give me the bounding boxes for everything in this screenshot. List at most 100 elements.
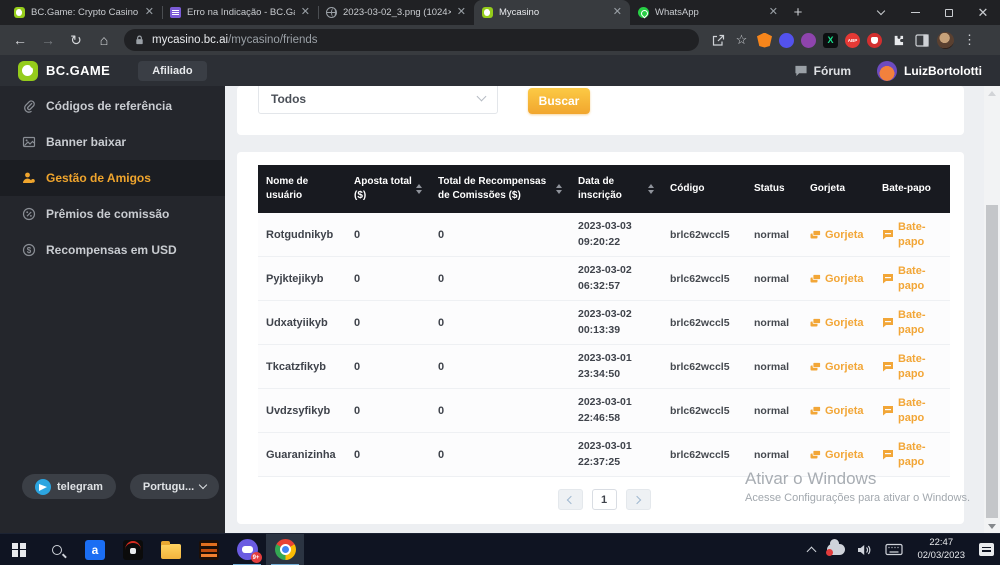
taskbar-clock[interactable]: 22:47 02/03/2023: [909, 537, 973, 563]
purple-extension-icon[interactable]: [801, 33, 816, 48]
bcgame-logo-icon[interactable]: [18, 61, 38, 81]
window-minimize-button[interactable]: [898, 0, 932, 25]
chat-link[interactable]: Bate-papo: [874, 440, 950, 470]
url-path: /mycasino/friends: [228, 34, 317, 46]
back-button[interactable]: ←: [8, 28, 32, 52]
sidebar-item-usd-rewards[interactable]: $ Recompensas em USD: [0, 232, 225, 268]
tip-link[interactable]: Gorjeta: [802, 361, 874, 373]
tab-close-icon[interactable]: ✕: [145, 7, 154, 18]
side-panel-icon[interactable]: [913, 32, 930, 49]
tip-link[interactable]: Gorjeta: [802, 273, 874, 285]
tab-mycasino-active[interactable]: Mycasino ✕: [474, 0, 630, 25]
tab-whatsapp[interactable]: WhatsApp ✕: [630, 0, 786, 25]
tab-close-icon[interactable]: ✕: [457, 7, 466, 18]
taskbar-search-button[interactable]: [38, 534, 76, 565]
telegram-button[interactable]: telegram: [22, 474, 116, 499]
pagination-page-1[interactable]: 1: [592, 489, 617, 510]
chat-link[interactable]: Bate-papo: [874, 264, 950, 294]
language-selector[interactable]: Portugu...: [130, 474, 219, 499]
browser-menu-icon[interactable]: ⋮: [961, 32, 978, 49]
chat-bubble-icon: [882, 229, 894, 240]
affiliate-button[interactable]: Afiliado: [138, 61, 206, 81]
start-button[interactable]: [0, 534, 38, 565]
sidebar-item-label: Recompensas em USD: [46, 243, 177, 257]
pagination-prev-button[interactable]: [558, 489, 583, 510]
page-content: Códigos de referência Banner baixar Gest…: [0, 86, 1000, 533]
tip-link[interactable]: Gorjeta: [802, 229, 874, 241]
scrollbar-up-arrow-icon[interactable]: [984, 86, 1000, 100]
user-menu[interactable]: LuizBortolotti: [877, 61, 982, 81]
tab-close-icon[interactable]: ✕: [301, 7, 310, 18]
tip-link[interactable]: Gorjeta: [802, 405, 874, 417]
chat-link[interactable]: Bate-papo: [874, 308, 950, 338]
coins-icon: [810, 449, 821, 460]
filter-select[interactable]: Todos: [258, 86, 498, 114]
tip-link[interactable]: Gorjeta: [802, 449, 874, 461]
tray-volume-button[interactable]: [851, 534, 879, 565]
forward-button[interactable]: →: [36, 28, 60, 52]
address-bar[interactable]: mycasino.bc.ai/mycasino/friends: [124, 29, 699, 51]
tab-close-icon[interactable]: ✕: [613, 7, 622, 18]
tip-link[interactable]: Gorjeta: [802, 317, 874, 329]
sort-icon[interactable]: [556, 184, 562, 194]
home-button[interactable]: ⌂: [92, 28, 116, 52]
tab-image-png[interactable]: 2023-03-02_3.png (1024×76 ✕: [318, 0, 474, 25]
new-tab-button[interactable]: +: [786, 1, 810, 25]
taskbar-orange-app[interactable]: [190, 534, 228, 565]
tray-expand-button[interactable]: [802, 534, 821, 565]
sort-icon[interactable]: [416, 184, 422, 194]
window-maximize-button[interactable]: [932, 0, 966, 25]
tab-bcgame-casino[interactable]: BC.Game: Crypto Casino Gam ✕: [6, 0, 162, 25]
status-badge: normal: [746, 229, 802, 241]
search-button[interactable]: Buscar: [528, 88, 590, 114]
bcgame-favicon-icon: [482, 7, 493, 18]
browser-tab-strip: BC.Game: Crypto Casino Gam ✕ Erro na Ind…: [0, 0, 1000, 25]
pagination-next-button[interactable]: [626, 489, 651, 510]
red-extension-icon[interactable]: [867, 33, 882, 48]
share-icon[interactable]: [709, 32, 726, 49]
browser-profile-avatar[interactable]: [937, 32, 954, 49]
cell-username: Udxatyiikyb: [258, 317, 346, 329]
forum-link[interactable]: Fórum: [794, 64, 851, 78]
sidebar-item-label: Códigos de referência: [46, 99, 172, 113]
taskbar-discord-app[interactable]: 9+: [228, 534, 266, 565]
chevron-down-icon: [477, 92, 487, 102]
notification-badge: 9+: [251, 552, 262, 563]
blue-extension-icon[interactable]: [779, 33, 794, 48]
person-gear-icon: [22, 171, 36, 185]
taskbar-chrome-app[interactable]: [266, 534, 304, 565]
coins-icon: [810, 361, 821, 372]
extensions-puzzle-icon[interactable]: [889, 32, 906, 49]
cell-total-bet: 0: [346, 405, 430, 417]
sidebar-item-commission-rewards[interactable]: Prêmios de comissão: [0, 196, 225, 232]
action-center-button[interactable]: [973, 534, 1000, 565]
tray-onedrive-icon[interactable]: [821, 534, 851, 565]
game-app-icon: [123, 540, 143, 560]
sidebar-item-banner-download[interactable]: Banner baixar: [0, 124, 225, 160]
chat-link[interactable]: Bate-papo: [874, 220, 950, 250]
scrollbar-thumb[interactable]: [986, 205, 998, 518]
reload-button[interactable]: ↻: [64, 28, 88, 52]
tray-keyboard-button[interactable]: [879, 534, 909, 565]
sidebar-item-referral-codes[interactable]: Códigos de referência: [0, 88, 225, 124]
metamask-extension-icon[interactable]: [757, 33, 772, 48]
tab-erro-indicacao[interactable]: Erro na Indicação - BC.Game ✕: [162, 0, 318, 25]
chat-link[interactable]: Bate-papo: [874, 352, 950, 382]
tab-close-icon[interactable]: ✕: [769, 7, 778, 18]
window-close-button[interactable]: ✕: [966, 0, 1000, 25]
bookmark-star-icon[interactable]: ☆: [733, 32, 750, 49]
user-avatar: [877, 61, 897, 81]
taskbar-game-app[interactable]: [114, 534, 152, 565]
taskbar-amd-app[interactable]: a: [76, 534, 114, 565]
x-extension-icon[interactable]: X: [823, 33, 838, 48]
taskbar-file-explorer[interactable]: [152, 534, 190, 565]
chat-link[interactable]: Bate-papo: [874, 396, 950, 426]
page-scrollbar[interactable]: [984, 86, 1000, 533]
scrollbar-down-arrow-icon[interactable]: [984, 519, 1000, 533]
chat-bubble-icon: [882, 361, 894, 372]
sidebar-item-friends-management[interactable]: Gestão de Amigos: [0, 160, 225, 196]
adblock-extension-icon[interactable]: ABP: [845, 33, 860, 48]
sort-icon[interactable]: [648, 184, 654, 194]
tab-search-chevron-icon[interactable]: [864, 0, 898, 25]
status-badge: normal: [746, 361, 802, 373]
